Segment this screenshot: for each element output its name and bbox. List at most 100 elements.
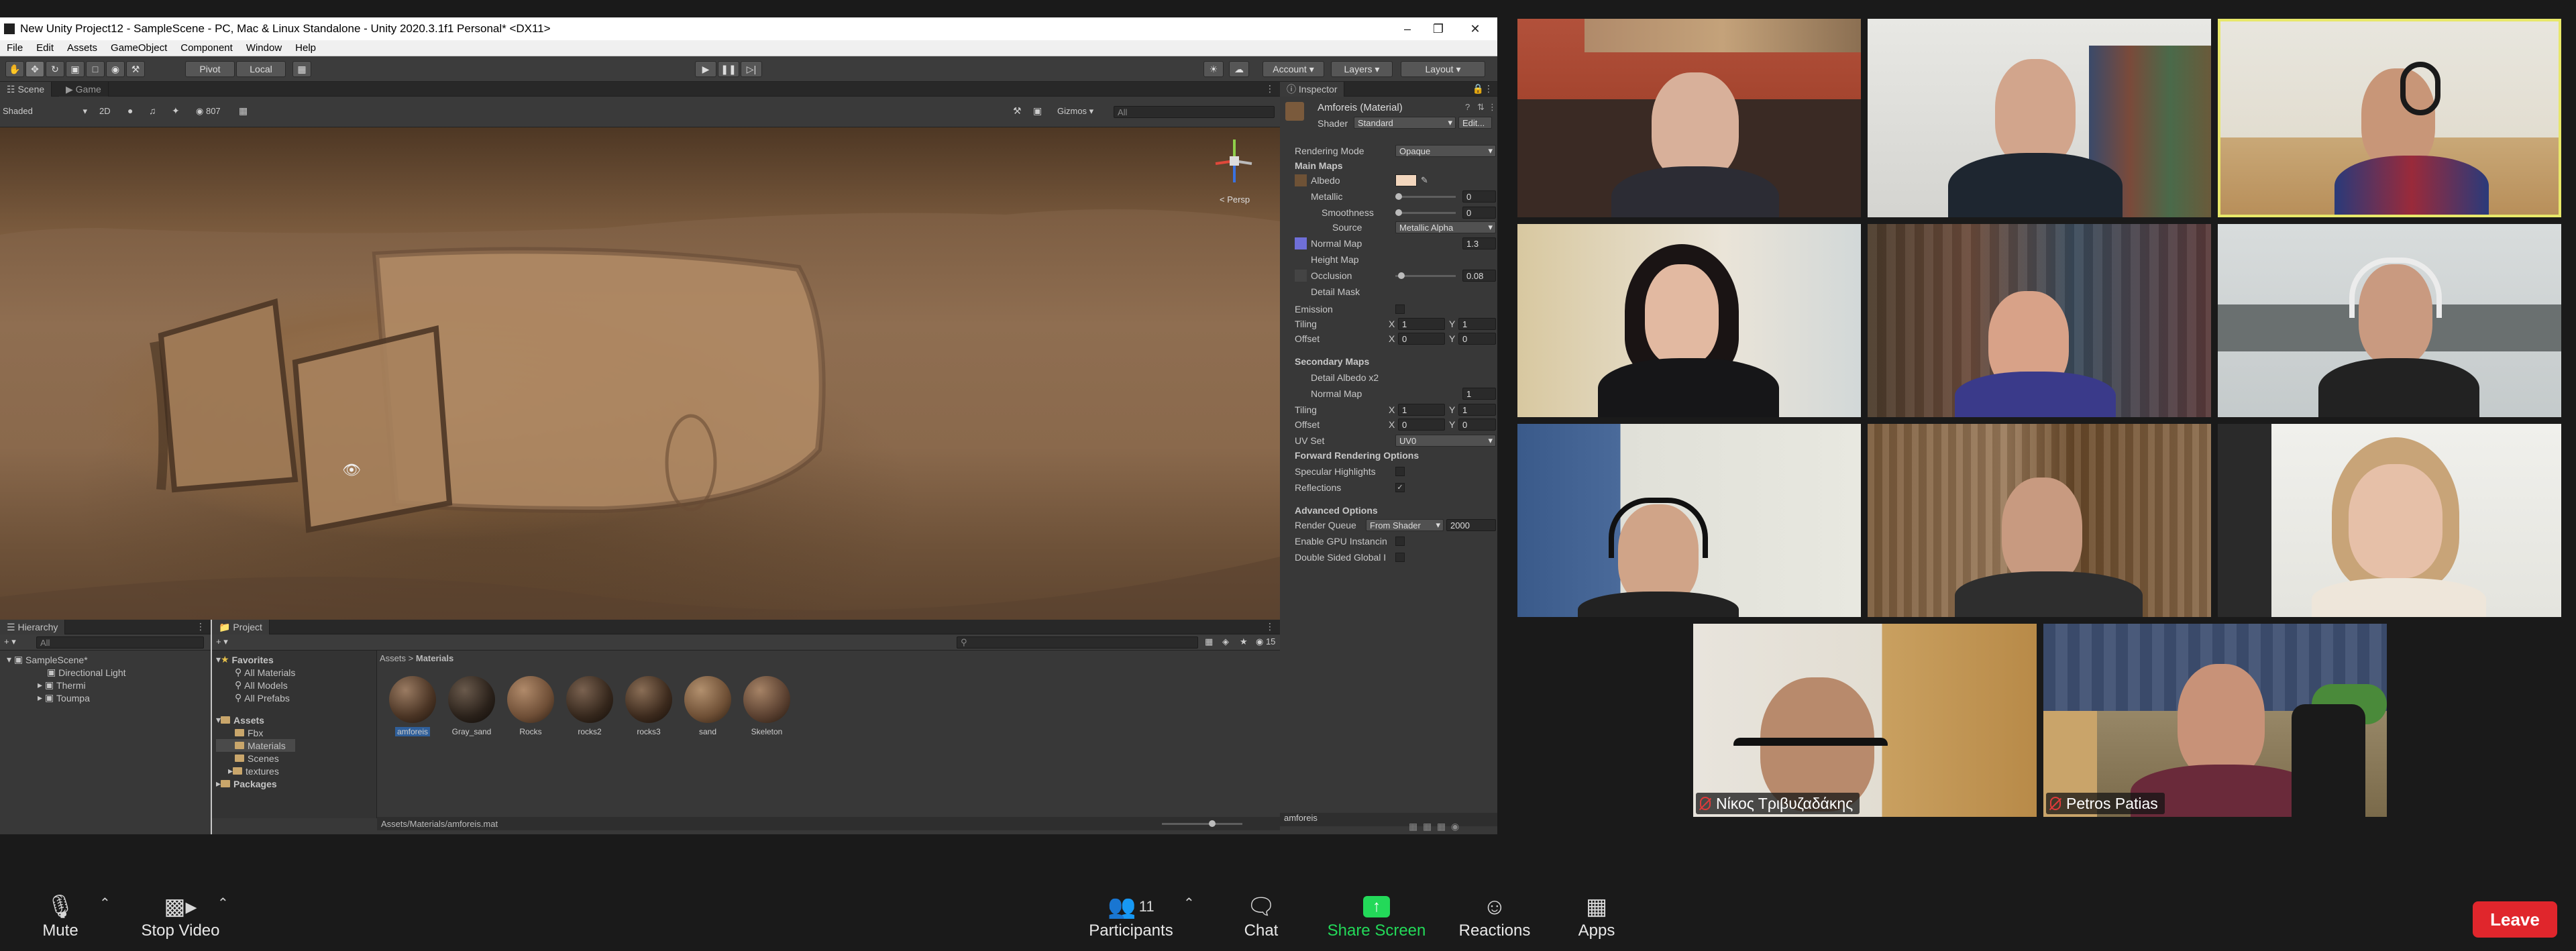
favorites-item[interactable]: ▾ ★ Favorites (216, 653, 295, 666)
audio-options-caret[interactable]: ⌃ (99, 895, 111, 911)
source-dropdown[interactable]: Metallic Alpha ▾ (1395, 221, 1496, 233)
offset-x-field[interactable]: 0 (1398, 333, 1445, 345)
material-amforeis[interactable]: amforeis (388, 676, 437, 736)
pause-button[interactable]: ❚❚ (718, 61, 739, 77)
folder-fbx[interactable]: Fbx (216, 726, 295, 739)
filter-label-icon[interactable]: ◈ (1222, 636, 1229, 647)
occlusion-field[interactable]: 0.08 (1462, 270, 1496, 282)
favorite-all-prefabs[interactable]: ⚲ All Prefabs (216, 691, 295, 704)
grid-icon[interactable]: ▦ (239, 105, 248, 117)
grid-snap-icon[interactable]: ▦ (292, 61, 311, 77)
preset-icon[interactable]: ⇅ (1477, 102, 1485, 113)
shader-dropdown[interactable]: Standard ▾ (1354, 117, 1456, 129)
mode-2d-button[interactable]: 2D (99, 106, 111, 116)
scale-tool-icon[interactable]: ▣ (66, 61, 85, 77)
render-queue-field[interactable]: 2000 (1446, 519, 1496, 531)
hidden-objects-counter[interactable]: ◉ 807 (196, 106, 221, 117)
effects-icon[interactable]: ✦ (172, 105, 180, 117)
rotate-tool-icon[interactable]: ↻ (46, 61, 64, 77)
project-create-button[interactable]: + ▾ (216, 636, 228, 647)
participant-tile-4[interactable] (1517, 224, 1861, 417)
participant-tile-5[interactable] (1868, 224, 2211, 417)
offset-y-field[interactable]: 0 (1458, 333, 1496, 345)
mute-button[interactable]: 🎙 Mute (27, 892, 94, 940)
participant-tile-6[interactable] (2218, 224, 2561, 417)
uv-set-dropdown[interactable]: UV0 ▾ (1395, 435, 1496, 447)
normal-scale-field[interactable]: 1.3 (1462, 237, 1496, 249)
folder-scenes[interactable]: Scenes (216, 752, 295, 765)
render-queue-dropdown[interactable]: From Shader ▾ (1366, 519, 1444, 531)
camera-icon[interactable]: ▣ (1033, 105, 1042, 117)
hidden-packages-icon[interactable]: ◉ 15 (1256, 636, 1275, 647)
material-rocks2[interactable]: rocks2 (565, 676, 614, 736)
scene-viewport[interactable]: 👁 < Persp (0, 127, 1280, 620)
gizmos-dropdown[interactable]: Gizmos ▾ (1057, 106, 1093, 117)
favorite-all-materials[interactable]: ⚲ All Materials (216, 666, 295, 679)
inspector-preview-bar[interactable]: amforeis (1280, 813, 1497, 826)
breadcrumb-assets[interactable]: Assets (380, 653, 406, 663)
hierarchy-item-toumpa[interactable]: ▸ ▣ Toumpa (7, 691, 126, 704)
audio-icon[interactable]: ♫ (149, 105, 156, 116)
double-sided-checkbox[interactable] (1395, 553, 1405, 562)
participant-tile-10[interactable]: Νίκος Τριβυζαδάκης (1693, 624, 2037, 817)
share-screen-button[interactable]: ↑ Share Screen (1322, 892, 1432, 940)
participant-tile-9[interactable] (2218, 424, 2561, 617)
move-tool-icon[interactable]: ✥ (25, 61, 44, 77)
tab-game[interactable]: ▶ Game (59, 82, 109, 97)
hand-tool-icon[interactable]: ✋ (5, 61, 24, 77)
offset2-x-field[interactable]: 0 (1398, 418, 1445, 431)
smoothness-field[interactable]: 0 (1462, 207, 1496, 219)
layout-dropdown[interactable]: Layout ▾ (1401, 61, 1485, 77)
participant-tile-7[interactable] (1517, 424, 1861, 617)
step-button[interactable]: ▷| (741, 61, 762, 77)
rect-tool-icon[interactable]: □ (86, 61, 105, 77)
secondary-normal-field[interactable]: 1 (1462, 388, 1496, 400)
albedo-color-swatch[interactable] (1395, 174, 1417, 186)
transform-tool-icon[interactable]: ◉ (106, 61, 125, 77)
minimize-button[interactable]: – (1392, 17, 1423, 40)
participant-tile-11[interactable]: Petros Patias (2043, 624, 2387, 817)
project-search-field[interactable]: ⚲ (957, 636, 1198, 649)
reactions-button[interactable]: ☺ Reactions (1457, 892, 1532, 940)
gpu-instancing-checkbox[interactable] (1395, 537, 1405, 546)
lock-icon[interactable]: 🔒 (1472, 83, 1484, 95)
tiling2-x-field[interactable]: 1 (1398, 404, 1445, 416)
custom-tool-icon[interactable]: ⚒ (126, 61, 145, 77)
folder-textures[interactable]: ▸ textures (216, 765, 295, 777)
tab-hierarchy[interactable]: ☰ Hierarchy (0, 620, 66, 634)
project-menu-icon[interactable]: ⋮ (1265, 621, 1275, 632)
play-button[interactable]: ▶ (695, 61, 716, 77)
hierarchy-item-thermi[interactable]: ▸ ▣ Thermi (7, 679, 126, 691)
hierarchy-item-light[interactable]: ▣ Directional Light (7, 666, 126, 679)
participant-tile-1[interactable] (1517, 19, 1861, 217)
menu-edit[interactable]: Edit (30, 42, 60, 54)
account-dropdown[interactable]: Account ▾ (1263, 61, 1324, 77)
menu-window[interactable]: Window (239, 42, 288, 54)
lighting-icon[interactable]: ● (127, 105, 133, 116)
albedo-texture-slot[interactable] (1295, 174, 1307, 186)
scene-search-field[interactable]: All (1114, 106, 1275, 118)
maximize-button[interactable]: ❐ (1423, 17, 1454, 40)
participant-tile-8[interactable] (1868, 424, 2211, 617)
leave-button[interactable]: Leave (2473, 901, 2557, 938)
menu-help[interactable]: Help (288, 42, 323, 54)
tools-icon[interactable]: ⚒ (1013, 105, 1022, 117)
cloud-icon[interactable]: ☁ (1229, 61, 1249, 77)
breadcrumb-materials[interactable]: Materials (416, 653, 453, 663)
icon-size-slider[interactable] (1162, 820, 1242, 827)
hierarchy-search-field[interactable]: All (36, 636, 204, 649)
metallic-slider[interactable] (1395, 193, 1456, 200)
normal-map-texture-slot[interactable] (1295, 237, 1307, 249)
menu-gameobject[interactable]: GameObject (104, 42, 174, 54)
eyedropper-icon[interactable]: ✎ (1421, 175, 1428, 186)
material-rocks3[interactable]: rocks3 (624, 676, 674, 736)
shading-dropdown[interactable]: Shaded ▾ (3, 106, 90, 118)
hierarchy-menu-icon[interactable]: ⋮ (196, 621, 205, 632)
tab-inspector[interactable]: ⓘ Inspector (1280, 82, 1345, 97)
chat-button[interactable]: 🗨 Chat (1234, 892, 1288, 940)
collab-icon[interactable]: ☀ (1203, 61, 1224, 77)
participants-button[interactable]: 👥 11 Participants (1080, 892, 1182, 940)
emission-checkbox[interactable] (1395, 304, 1405, 314)
tiling-x-field[interactable]: 1 (1398, 318, 1445, 330)
assets-folder[interactable]: ▾ Assets (216, 714, 295, 726)
